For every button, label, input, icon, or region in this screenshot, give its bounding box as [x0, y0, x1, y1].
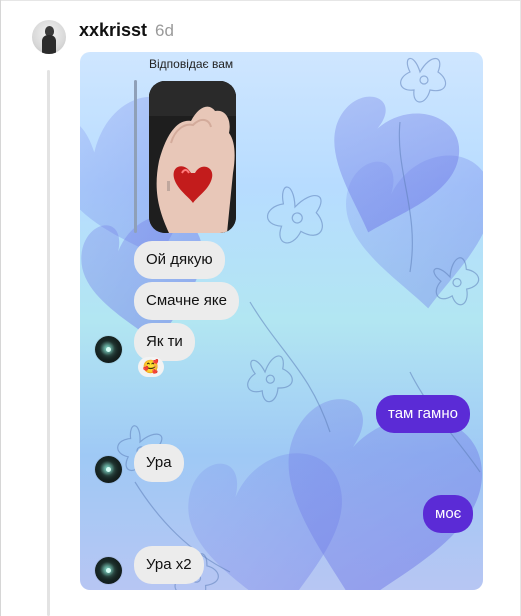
message-text: Ура x2	[146, 556, 192, 573]
message-bubble-outgoing[interactable]: моє	[423, 495, 474, 533]
reaction-emoji[interactable]: 🥰	[138, 357, 164, 377]
emoji-icon: 🥰	[142, 359, 160, 374]
sender-avatar[interactable]	[95, 557, 122, 584]
avatar-body-icon	[42, 35, 56, 54]
message-text: Ура	[146, 454, 172, 471]
left-border	[0, 0, 1, 616]
message-text: Ой дякую	[146, 251, 213, 268]
message-text: Як ти	[146, 333, 183, 350]
timestamp: 6d	[155, 21, 174, 40]
message-text: там гамно	[388, 405, 458, 422]
message-text: Смачне яке	[146, 292, 227, 309]
comment-image[interactable]: Відповідає вам Ой дякую Смачне яке Як ти…	[80, 52, 483, 590]
message-bubble-outgoing[interactable]: там гамно	[376, 395, 470, 433]
message-bubble-incoming[interactable]: Смачне яке	[134, 282, 239, 320]
reply-indicator-bar	[134, 80, 137, 233]
avatar[interactable]	[32, 20, 66, 54]
sender-avatar[interactable]	[95, 336, 122, 363]
hand-with-heart-image	[149, 81, 236, 233]
reply-label: Відповідає вам	[149, 57, 234, 71]
message-bubble-incoming[interactable]: Як ти	[134, 323, 195, 361]
sender-avatar[interactable]	[95, 456, 122, 483]
message-text: моє	[435, 505, 462, 522]
replied-photo[interactable]	[149, 81, 236, 233]
top-border	[0, 0, 521, 1]
message-bubble-incoming[interactable]: Ура	[134, 444, 184, 482]
message-bubble-incoming[interactable]: Ура x2	[134, 546, 204, 584]
message-bubble-incoming[interactable]: Ой дякую	[134, 241, 225, 279]
username[interactable]: xxkrisst	[79, 20, 147, 41]
thread-line[interactable]	[47, 70, 50, 616]
